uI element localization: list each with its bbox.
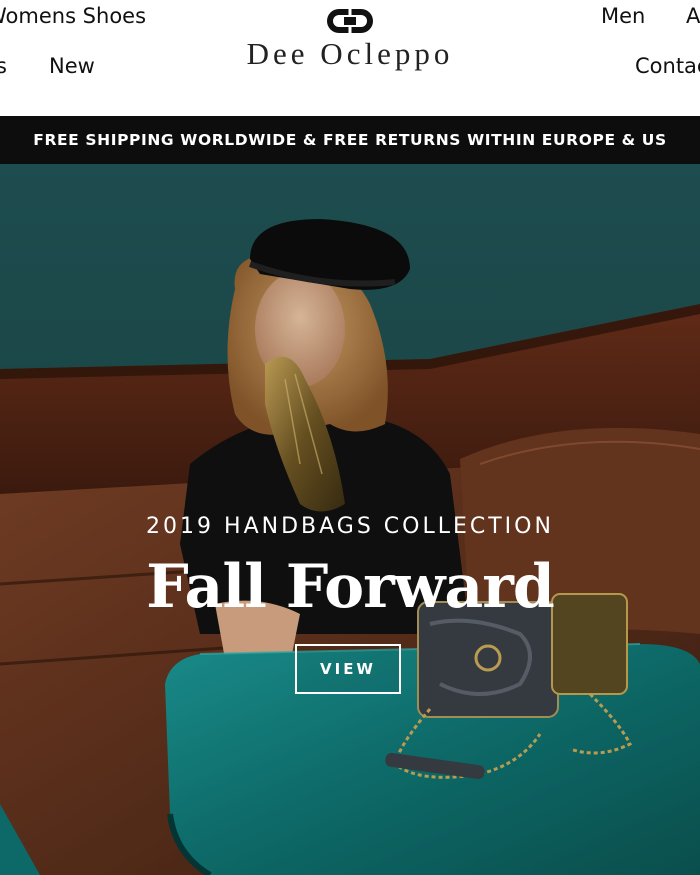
dee-ocleppo-monogram-icon [327,8,373,34]
nav-link-contact[interactable]: Contact [635,56,700,77]
promo-banner-text: FREE SHIPPING WORLDWIDE & FREE RETURNS W… [33,131,667,149]
view-button[interactable]: VIEW [295,644,401,694]
hero-subtitle: 2019 HANDBAGS COLLECTION [146,514,554,539]
hero-title: Fall Forward [146,552,555,622]
nav-link-partial-right[interactable]: A [686,6,700,27]
hero-section: 2019 HANDBAGS COLLECTION Fall Forward VI… [0,164,700,875]
site-header: Womens Shoes s New Dee Ocleppo Men A Con… [0,0,700,116]
brand-name[interactable]: Dee Ocleppo [0,36,700,72]
nav-link-men[interactable]: Men [601,6,645,27]
promo-banner: FREE SHIPPING WORLDWIDE & FREE RETURNS W… [0,116,700,164]
